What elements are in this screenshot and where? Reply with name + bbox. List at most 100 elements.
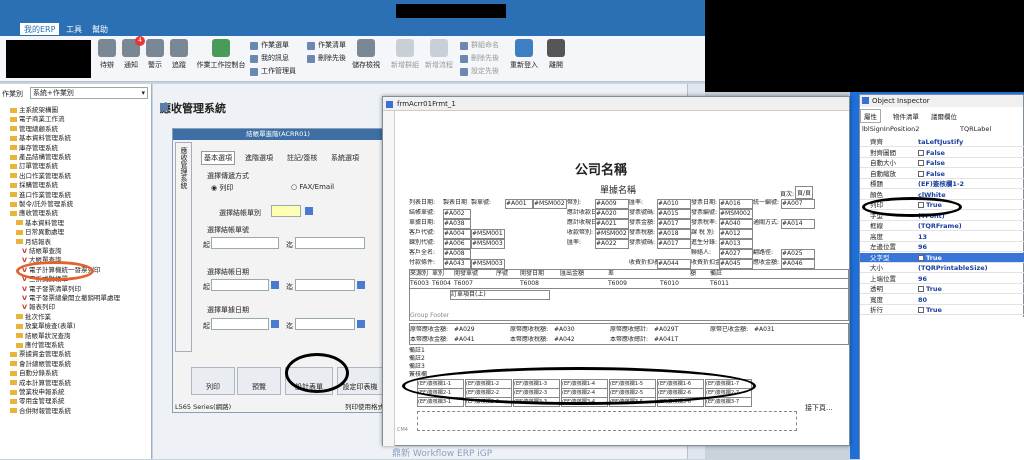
tree-item[interactable]: 日常異動處理 <box>16 228 64 237</box>
doc-name[interactable]: 單據名稱 <box>600 183 636 196</box>
radio-fax[interactable]: ○ FAX/Email <box>291 183 334 191</box>
header-field[interactable]: 通關方式: <box>753 219 781 227</box>
tree-item[interactable]: 管理總顧系統 <box>10 125 58 134</box>
tab-basic[interactable]: 基本選項 <box>201 151 235 165</box>
header-field[interactable]: 應計收款日: <box>567 209 595 217</box>
header-field[interactable]: #A017 <box>657 219 691 229</box>
tree-item[interactable]: 進口作業管理系統 <box>10 191 71 200</box>
header-field[interactable]: #A043 <box>443 259 471 269</box>
tree-item[interactable]: 主系統架構圖 <box>10 106 58 115</box>
tree-item[interactable]: 合併財報管理系統 <box>10 407 71 416</box>
property-value[interactable]: True <box>918 284 1023 294</box>
header-field[interactable]: 匯率: <box>567 239 595 247</box>
company-name[interactable]: 公司名稱 <box>575 159 627 178</box>
detail-value[interactable]: T6004 <box>432 280 451 288</box>
range2-from-input[interactable] <box>211 279 269 291</box>
footer-field[interactable]: 本幣應收總計: <box>610 336 654 344</box>
header-field[interactable]: 發票稅率: <box>691 219 719 227</box>
header-field[interactable]: #A022 <box>595 239 629 249</box>
header-field[interactable]: 聯絡人: <box>691 249 719 257</box>
header-field[interactable]: 課 稅 別: <box>691 229 719 237</box>
tree-item[interactable]: 基本資料管理 <box>16 219 64 228</box>
new-flow-button[interactable]: 新增流程 <box>423 39 455 70</box>
tree-item[interactable]: 營業稅申報系統 <box>10 388 65 397</box>
tree-item[interactable]: 自動分錄系統 <box>10 369 58 378</box>
property-row[interactable]: 高度 13 <box>860 232 1024 242</box>
header-field[interactable]: 進生分錄: <box>691 239 719 247</box>
radio-print[interactable]: ◉ 列印 <box>211 183 233 193</box>
header-field[interactable]: 收費折扣金額: <box>691 259 719 267</box>
header-field[interactable]: 幣別: <box>567 199 595 207</box>
header-field[interactable]: #A044 <box>657 259 691 269</box>
header-field[interactable]: 發票金額: <box>629 219 657 227</box>
print-button[interactable]: 列印 <box>191 367 235 395</box>
tab-system[interactable]: 系統選項 <box>329 152 361 164</box>
header-field[interactable]: 客戶全名: <box>409 249 443 257</box>
property-value[interactable]: 96 <box>918 242 1023 252</box>
header-field[interactable]: #MSM002 <box>719 209 753 219</box>
property-value[interactable]: False <box>918 169 1023 179</box>
header-field[interactable]: #A015 <box>657 209 691 219</box>
property-row[interactable]: 對齊圖間 False <box>860 148 1024 158</box>
checkbox-icon[interactable] <box>918 286 924 292</box>
header-field[interactable]: 統一編號: <box>753 199 781 207</box>
property-value[interactable]: (TQRFrame) <box>918 221 1023 231</box>
personal-list-button[interactable]: 刪除先後 <box>307 53 346 64</box>
tree-item[interactable]: V 結帳單查詢 <box>22 247 62 256</box>
tab-properties[interactable]: 屬性 <box>860 109 881 123</box>
header-field[interactable]: 付款條件: <box>409 259 443 267</box>
footer-field[interactable]: 本幣應收稅額: <box>510 336 554 344</box>
header-field[interactable]: 應收金額: <box>753 259 781 267</box>
checkbox-icon[interactable] <box>918 254 924 261</box>
lookup-icon[interactable] <box>305 207 313 215</box>
property-row[interactable]: 齊齊 taLeftJustify <box>860 137 1024 147</box>
property-row[interactable]: 左邊位置 96 <box>860 242 1024 252</box>
property-row[interactable]: 父字型 True <box>860 252 1024 263</box>
menu-help[interactable]: 幫助 <box>88 23 112 35</box>
menu-my-erp[interactable]: 我的ERP <box>20 23 60 35</box>
detail-value[interactable]: T6011 <box>710 280 729 288</box>
tree-item[interactable]: 產品結構管理系統 <box>10 153 71 162</box>
footer-field[interactable]: #A042 <box>554 336 604 344</box>
header-field[interactable]: #A001 <box>505 199 533 209</box>
footer-field[interactable]: #A041T <box>654 336 704 344</box>
footer-field[interactable]: 原幣應收稅額: <box>510 326 554 334</box>
calendar-icon[interactable] <box>271 320 279 328</box>
property-value[interactable]: True <box>918 305 1023 315</box>
header-field[interactable]: 列表日期: <box>409 199 443 207</box>
footer-field[interactable]: 原幣應收總計: <box>610 326 654 334</box>
tab-notes[interactable]: 註記/簽核 <box>285 152 319 164</box>
calendar-icon[interactable] <box>357 320 365 328</box>
tree-item[interactable]: V 電子發票清單列印 <box>22 285 81 294</box>
property-value[interactable]: False <box>918 158 1023 168</box>
delete-order-button[interactable]: 刪除先後 <box>460 53 499 64</box>
tab-advanced[interactable]: 進階選項 <box>243 152 275 164</box>
tree-item[interactable]: V 報表列印 <box>22 303 55 312</box>
calendar-icon[interactable] <box>271 281 279 289</box>
tree-item[interactable]: 庫存管理系統 <box>10 144 58 153</box>
checkbox-icon[interactable] <box>918 149 924 156</box>
tree-item[interactable]: 應收管理系統 <box>10 209 58 218</box>
header-field[interactable]: #A013 <box>719 239 753 249</box>
header-field[interactable]: #MSM002 <box>595 229 629 239</box>
tree-item[interactable]: 月結報表 <box>16 238 51 247</box>
header-field[interactable]: 客戶代號: <box>409 229 443 237</box>
header-field[interactable]: #A004 <box>443 229 471 239</box>
range3-from-input[interactable] <box>211 318 269 330</box>
property-value[interactable]: 13 <box>918 232 1023 242</box>
footer-field[interactable]: 原幣應收金額: <box>410 326 454 334</box>
header-field[interactable]: #A018 <box>657 229 691 239</box>
property-row[interactable]: 寬度 80 <box>860 295 1024 305</box>
property-value[interactable]: taLeftJustify <box>918 137 1023 147</box>
tree-item[interactable]: 出口作業管理系統 <box>10 172 71 181</box>
header-field[interactable]: 收款幣別: <box>567 229 595 237</box>
header-field[interactable]: #A002 <box>443 209 471 219</box>
new-group-button[interactable]: 新增群組 <box>389 39 421 70</box>
header-field[interactable]: #MSM001 <box>471 229 505 239</box>
menu-list-button[interactable]: 作業選單 <box>250 40 289 51</box>
property-row[interactable]: 折行 True <box>860 305 1024 315</box>
header-field[interactable]: 發票日期: <box>691 199 719 207</box>
note-label[interactable]: 備註3 <box>409 363 425 371</box>
property-row[interactable]: 自動縮放 False <box>860 169 1024 179</box>
header-field[interactable]: #A007 <box>781 199 815 209</box>
